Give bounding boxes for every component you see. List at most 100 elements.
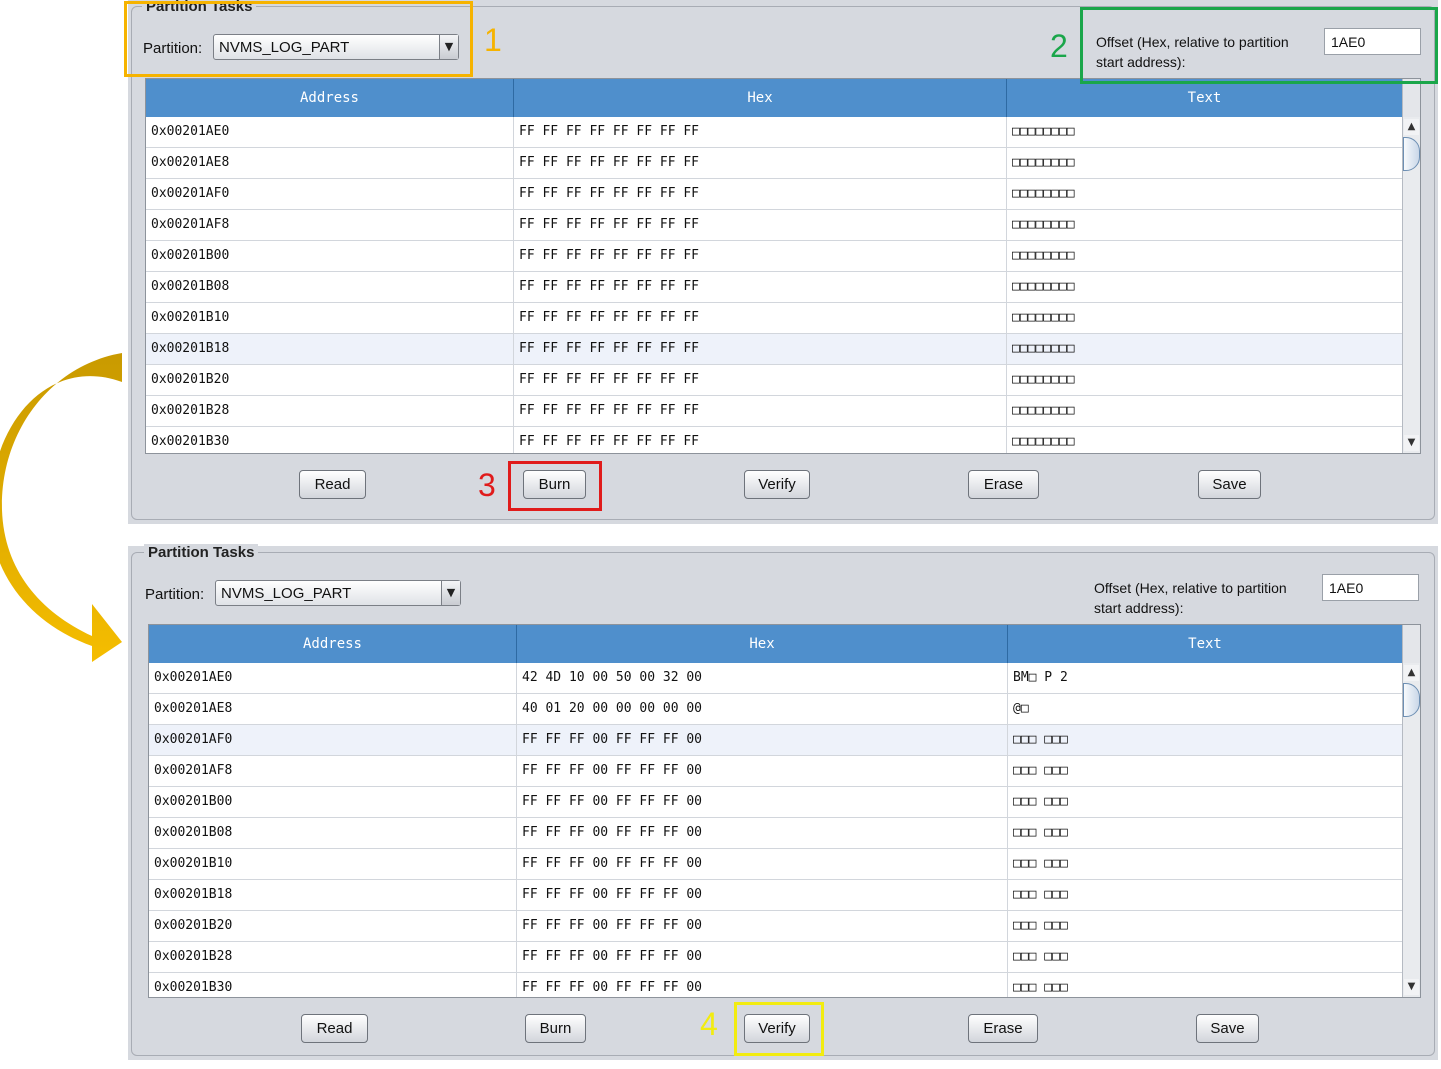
hex-cell[interactable]: 40 01 20 00 00 00 00 00 [517, 694, 1008, 724]
hex-cell[interactable]: FF FF FF FF FF FF FF FF [514, 117, 1007, 147]
table-row[interactable]: 0x00201B10 FF FF FF 00 FF FF FF 00 □□□ □□□ [149, 849, 1403, 880]
bottom-burn-button[interactable]: Burn [525, 1014, 586, 1043]
address-cell[interactable]: 0x00201B30 [146, 427, 514, 453]
hex-cell[interactable]: FF FF FF 00 FF FF FF 00 [517, 787, 1008, 817]
address-cell[interactable]: 0x00201B08 [146, 272, 514, 302]
text-cell[interactable]: □□□ □□□ [1008, 725, 1403, 755]
text-cell[interactable]: □□□ □□□ [1008, 911, 1403, 941]
address-cell[interactable]: 0x00201B18 [149, 880, 517, 910]
table-row[interactable]: 0x00201B18 FF FF FF 00 FF FF FF 00 □□□ □□□ [149, 880, 1403, 911]
address-cell[interactable]: 0x00201B00 [146, 241, 514, 271]
bottom-scrollbar[interactable]: ▲ ▼ [1402, 663, 1420, 997]
table-row[interactable]: 0x00201B08 FF FF FF 00 FF FF FF 00 □□□ □□□ [149, 818, 1403, 849]
hex-cell[interactable]: FF FF FF 00 FF FF FF 00 [517, 756, 1008, 786]
text-cell[interactable]: □□□□□□□□ [1007, 427, 1403, 453]
address-cell[interactable]: 0x00201B10 [149, 849, 517, 879]
top-scroll-thumb[interactable] [1403, 137, 1420, 171]
text-cell[interactable]: □□□□□□□□ [1007, 365, 1403, 395]
arrow-up-icon[interactable]: ▲ [1404, 665, 1419, 681]
arrow-up-icon[interactable]: ▲ [1404, 119, 1419, 135]
address-cell[interactable]: 0x00201B08 [149, 818, 517, 848]
text-cell[interactable]: □□□□□□□□ [1007, 179, 1403, 209]
top-read-button[interactable]: Read [299, 470, 366, 499]
text-cell[interactable]: □□□ □□□ [1008, 942, 1403, 972]
address-cell[interactable]: 0x00201B28 [146, 396, 514, 426]
text-cell[interactable]: @□ [1008, 694, 1403, 724]
address-cell[interactable]: 0x00201AF8 [146, 210, 514, 240]
text-cell[interactable]: □□□□□□□□ [1007, 334, 1403, 364]
address-cell[interactable]: 0x00201B18 [146, 334, 514, 364]
bottom-col-text[interactable]: Text [1008, 625, 1403, 663]
table-row[interactable]: 0x00201AE8 FF FF FF FF FF FF FF FF □□□□□□□… [146, 148, 1403, 179]
hex-cell[interactable]: FF FF FF FF FF FF FF FF [514, 396, 1007, 426]
hex-cell[interactable]: FF FF FF FF FF FF FF FF [514, 334, 1007, 364]
hex-cell[interactable]: FF FF FF 00 FF FF FF 00 [517, 973, 1008, 997]
hex-cell[interactable]: FF FF FF FF FF FF FF FF [514, 272, 1007, 302]
bottom-scroll-thumb[interactable] [1403, 683, 1420, 717]
hex-cell[interactable]: FF FF FF 00 FF FF FF 00 [517, 725, 1008, 755]
address-cell[interactable]: 0x00201AF8 [149, 756, 517, 786]
arrow-down-icon[interactable]: ▼ [1404, 435, 1419, 451]
hex-cell[interactable]: FF FF FF FF FF FF FF FF [514, 427, 1007, 453]
address-cell[interactable]: 0x00201AE8 [146, 148, 514, 178]
bottom-col-hex[interactable]: Hex [517, 625, 1008, 663]
hex-cell[interactable]: FF FF FF FF FF FF FF FF [514, 365, 1007, 395]
address-cell[interactable]: 0x00201AF0 [146, 179, 514, 209]
table-row[interactable]: 0x00201B00 FF FF FF FF FF FF FF FF □□□□□□□… [146, 241, 1403, 272]
top-col-text[interactable]: Text [1007, 79, 1403, 117]
address-cell[interactable]: 0x00201AE0 [149, 663, 517, 693]
table-row[interactable]: 0x00201AF8 FF FF FF FF FF FF FF FF □□□□□□□… [146, 210, 1403, 241]
text-cell[interactable]: □□□□□□□□ [1007, 272, 1403, 302]
address-cell[interactable]: 0x00201AE0 [146, 117, 514, 147]
table-row[interactable]: 0x00201B30 FF FF FF FF FF FF FF FF □□□□□□□… [146, 427, 1403, 453]
address-cell[interactable]: 0x00201AF0 [149, 725, 517, 755]
text-cell[interactable]: □□□ □□□ [1008, 756, 1403, 786]
text-cell[interactable]: □□□ □□□ [1008, 880, 1403, 910]
hex-cell[interactable]: FF FF FF FF FF FF FF FF [514, 179, 1007, 209]
text-cell[interactable]: □□□ □□□ [1008, 973, 1403, 997]
top-col-address[interactable]: Address [146, 79, 514, 117]
bottom-col-address[interactable]: Address [149, 625, 517, 663]
hex-cell[interactable]: FF FF FF 00 FF FF FF 00 [517, 911, 1008, 941]
bottom-partition-dropdown[interactable]: NVMS_LOG_PART ▼ [215, 580, 461, 606]
table-row[interactable]: 0x00201AE0 FF FF FF FF FF FF FF FF □□□□□□□… [146, 117, 1403, 148]
table-row[interactable]: 0x00201B18 FF FF FF FF FF FF FF FF □□□□□□□… [146, 334, 1403, 365]
address-cell[interactable]: 0x00201B28 [149, 942, 517, 972]
hex-cell[interactable]: FF FF FF 00 FF FF FF 00 [517, 942, 1008, 972]
table-row[interactable]: 0x00201B28 FF FF FF FF FF FF FF FF □□□□□□□… [146, 396, 1403, 427]
bottom-save-button[interactable]: Save [1196, 1014, 1259, 1043]
table-row[interactable]: 0x00201B30 FF FF FF 00 FF FF FF 00 □□□ □□□ [149, 973, 1403, 997]
table-row[interactable]: 0x00201B20 FF FF FF 00 FF FF FF 00 □□□ □□□ [149, 911, 1403, 942]
text-cell[interactable]: □□□□□□□□ [1007, 241, 1403, 271]
text-cell[interactable]: □□□ □□□ [1008, 787, 1403, 817]
table-row[interactable]: 0x00201B20 FF FF FF FF FF FF FF FF □□□□□□□… [146, 365, 1403, 396]
top-scrollbar[interactable]: ▲ ▼ [1402, 117, 1420, 453]
text-cell[interactable]: □□□□□□□□ [1007, 148, 1403, 178]
chevron-down-icon[interactable]: ▼ [441, 581, 460, 605]
text-cell[interactable]: BM□ P 2 [1008, 663, 1403, 693]
address-cell[interactable]: 0x00201AE8 [149, 694, 517, 724]
text-cell[interactable]: □□□□□□□□ [1007, 210, 1403, 240]
top-save-button[interactable]: Save [1198, 470, 1261, 499]
table-row[interactable]: 0x00201B28 FF FF FF 00 FF FF FF 00 □□□ □□□ [149, 942, 1403, 973]
address-cell[interactable]: 0x00201B20 [149, 911, 517, 941]
hex-cell[interactable]: FF FF FF 00 FF FF FF 00 [517, 849, 1008, 879]
address-cell[interactable]: 0x00201B30 [149, 973, 517, 997]
text-cell[interactable]: □□□□□□□□ [1007, 117, 1403, 147]
hex-cell[interactable]: FF FF FF 00 FF FF FF 00 [517, 818, 1008, 848]
table-row[interactable]: 0x00201AF0 FF FF FF 00 FF FF FF 00 □□□ □□□ [149, 725, 1403, 756]
top-erase-button[interactable]: Erase [968, 470, 1039, 499]
address-cell[interactable]: 0x00201B20 [146, 365, 514, 395]
table-row[interactable]: 0x00201B08 FF FF FF FF FF FF FF FF □□□□□□□… [146, 272, 1403, 303]
table-row[interactable]: 0x00201B10 FF FF FF FF FF FF FF FF □□□□□□□… [146, 303, 1403, 334]
table-row[interactable]: 0x00201AF8 FF FF FF 00 FF FF FF 00 □□□ □□□ [149, 756, 1403, 787]
text-cell[interactable]: □□□ □□□ [1008, 849, 1403, 879]
hex-cell[interactable]: FF FF FF 00 FF FF FF 00 [517, 880, 1008, 910]
top-col-hex[interactable]: Hex [514, 79, 1007, 117]
arrow-down-icon[interactable]: ▼ [1404, 979, 1419, 995]
hex-cell[interactable]: 42 4D 10 00 50 00 32 00 [517, 663, 1008, 693]
hex-cell[interactable]: FF FF FF FF FF FF FF FF [514, 241, 1007, 271]
top-verify-button[interactable]: Verify [744, 470, 810, 499]
hex-cell[interactable]: FF FF FF FF FF FF FF FF [514, 303, 1007, 333]
text-cell[interactable]: □□□□□□□□ [1007, 396, 1403, 426]
